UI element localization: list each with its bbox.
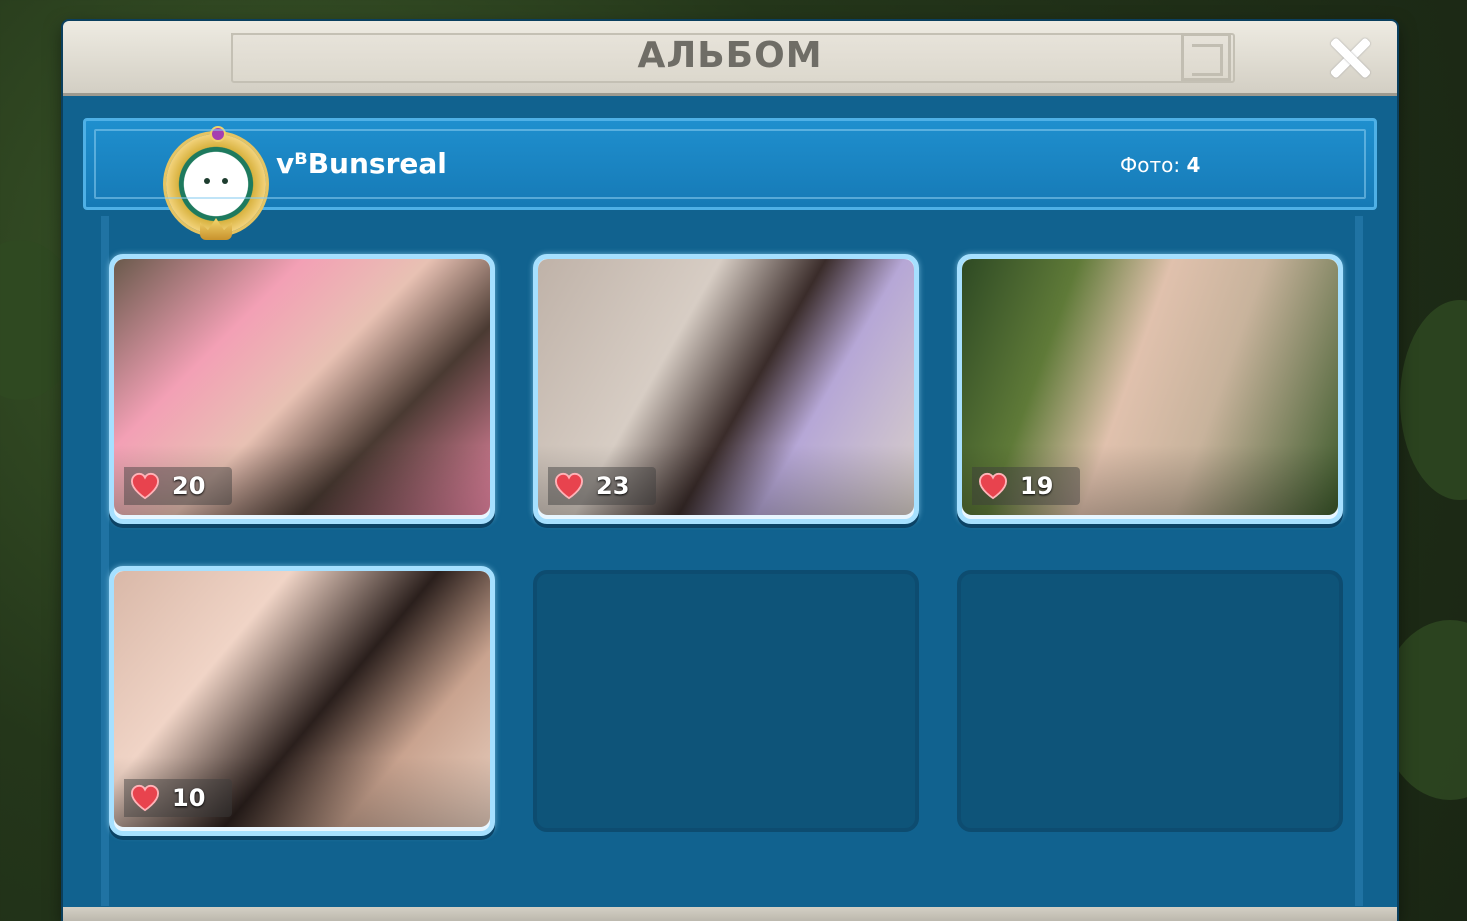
heart-icon[interactable]	[130, 784, 160, 812]
likes-badge: 19	[972, 467, 1080, 505]
likes-badge: 20	[124, 467, 232, 505]
like-count: 23	[596, 472, 630, 500]
heart-icon[interactable]	[130, 472, 160, 500]
background-foliage	[1400, 300, 1467, 500]
photo-card-2[interactable]: 23	[533, 254, 919, 524]
photo-count-label: Фото:	[1120, 153, 1181, 177]
photo-card-1[interactable]: 20	[109, 254, 495, 524]
profile-bar: vᴮBunsreal Фото: 4	[83, 118, 1377, 240]
photo-count: Фото: 4	[1120, 153, 1200, 177]
album-dialog: АЛЬБОМ vᴮBunsreal Фото: 4 20 23 19 10	[63, 21, 1397, 921]
photo-card-4[interactable]: 10	[109, 566, 495, 836]
likes-badge: 10	[124, 779, 232, 817]
like-count: 10	[172, 784, 206, 812]
like-count: 20	[172, 472, 206, 500]
avatar[interactable]	[160, 126, 272, 248]
photo-grid: 20 23 19 10	[109, 254, 1349, 874]
likes-badge: 23	[548, 467, 656, 505]
like-count: 19	[1020, 472, 1054, 500]
empty-photo-slot	[533, 570, 919, 832]
photo-count-value: 4	[1186, 153, 1201, 177]
profile-username: vᴮBunsreal	[276, 147, 447, 180]
gem-icon	[210, 126, 226, 142]
album-content: vᴮBunsreal Фото: 4 20 23 19 10	[63, 96, 1397, 921]
photo-card-3[interactable]: 19	[957, 254, 1343, 524]
dialog-title: АЛЬБОМ	[637, 35, 823, 76]
close-icon[interactable]	[1327, 35, 1373, 81]
avatar-face-icon	[192, 164, 240, 204]
dialog-bottom-edge	[63, 907, 1397, 921]
heart-icon[interactable]	[978, 472, 1008, 500]
heart-icon[interactable]	[554, 472, 584, 500]
dialog-titlebar: АЛЬБОМ	[63, 21, 1397, 96]
empty-photo-slot	[957, 570, 1343, 832]
